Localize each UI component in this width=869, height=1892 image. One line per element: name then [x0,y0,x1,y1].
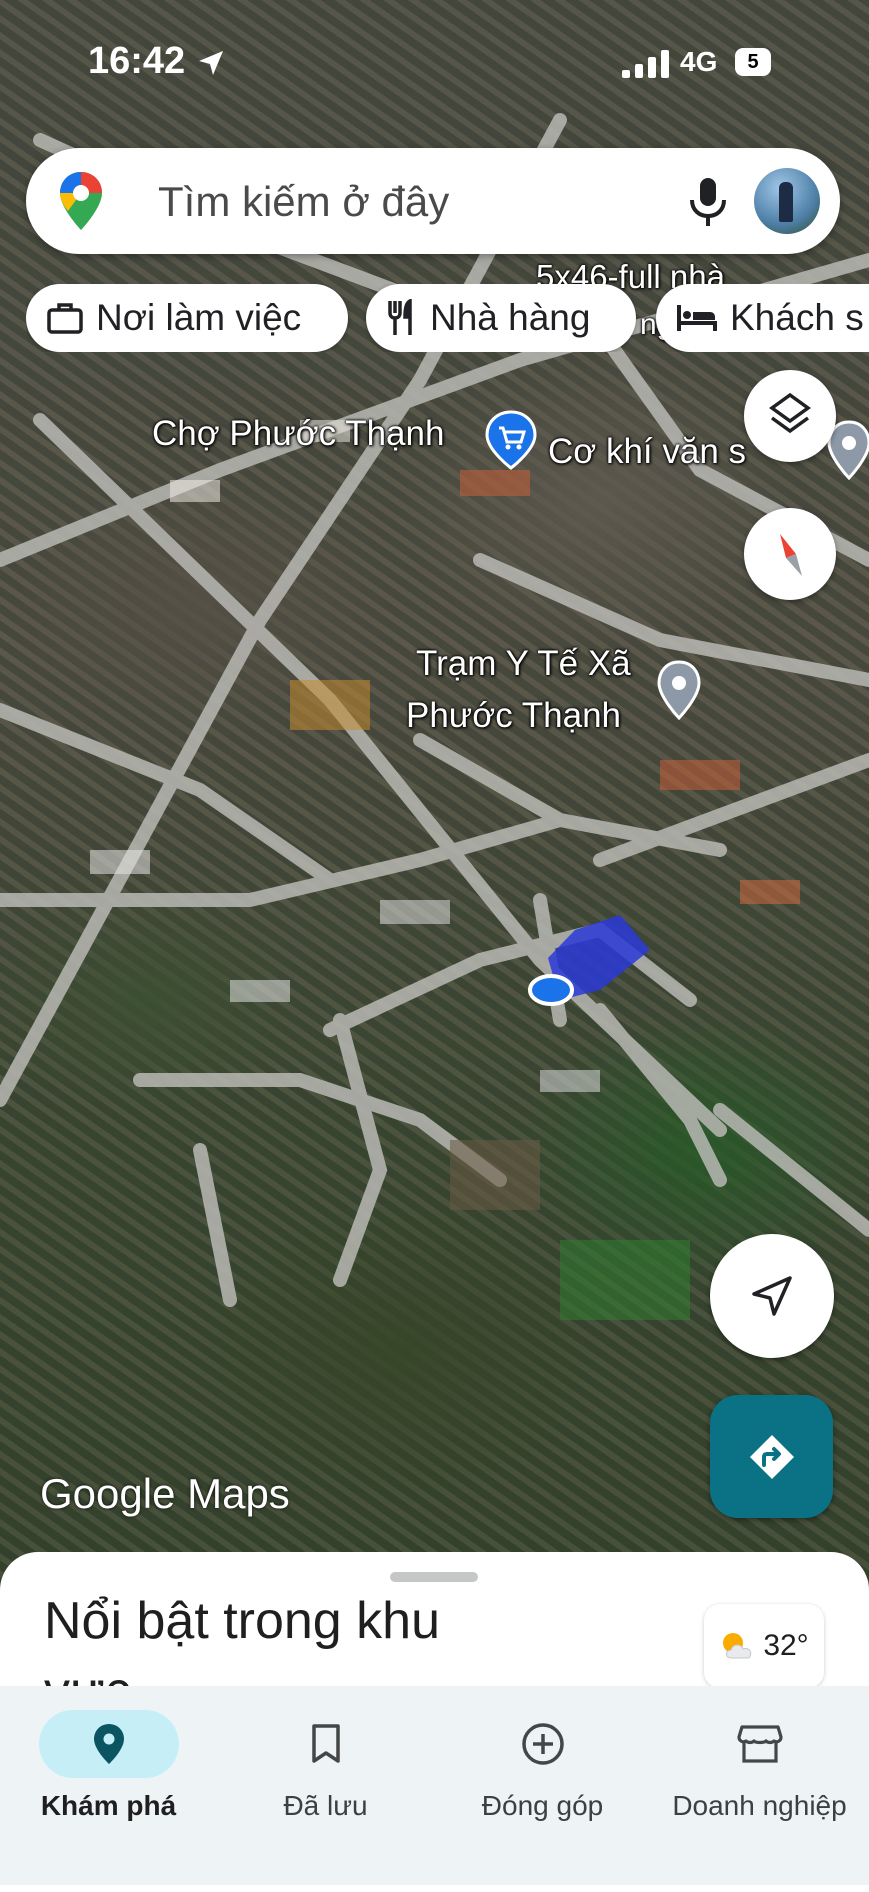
battery-icon: 5 [735,48,771,76]
place-label-workshop[interactable]: Cơ khí văn s [548,432,746,472]
search-input[interactable]: Tìm kiếm ở đây [158,178,449,226]
location-arrow-icon [199,51,223,75]
place-label-health-station-line2[interactable]: Phước Thạnh [406,696,621,736]
add-circle-icon [521,1723,564,1765]
current-location-dot [528,974,574,1006]
explore-pin-icon [93,1724,124,1764]
layers-icon [769,392,811,434]
microphone-icon[interactable] [684,172,732,230]
chip-hotel[interactable]: Khách s [656,284,869,352]
nav-contribute[interactable]: Đóng góp [434,1686,651,1885]
bottom-navigation: Khám phá Đã lưu Đóng góp Doanh nghiệp [0,1686,869,1885]
nav-contribute-label: Đóng góp [481,1790,604,1821]
chip-restaurant-label: Nhà hàng [430,297,591,338]
search-bar[interactable]: Tìm kiếm ở đây [26,148,840,254]
compass-button[interactable] [744,508,836,600]
sheet-drag-handle[interactable] [390,1572,478,1582]
nav-business[interactable]: Doanh nghiệp [651,1686,868,1885]
nav-explore-label: Khám phá [40,1790,177,1821]
restaurant-icon [388,299,412,335]
nav-saved-label: Đã lưu [283,1790,368,1821]
google-maps-pin-icon [60,172,102,230]
directions-button[interactable] [710,1395,833,1518]
nav-explore[interactable]: Khám phá [0,1686,217,1885]
chip-restaurant[interactable]: Nhà hàng [366,284,636,352]
storefront-icon [736,1725,783,1763]
place-label-market[interactable]: Chợ Phước Thạnh [152,414,444,454]
network-type: 4G [680,46,718,77]
directions-icon [750,1435,794,1479]
compass-icon [780,534,802,576]
bookmark-icon [311,1724,340,1763]
place-label-health-station-line1[interactable]: Trạm Y Tế Xã [416,644,631,684]
status-bar: 16:42 4G 5 [0,0,869,120]
layers-button[interactable] [744,370,836,462]
place-pin-icon[interactable] [656,660,702,720]
signal-icon [622,50,669,78]
briefcase-icon [47,303,83,334]
chip-hotel-label: Khách s [730,297,864,338]
nav-business-label: Doanh nghiệp [672,1790,847,1821]
chip-workplace-label: Nơi làm việc [96,297,302,338]
partly-cloudy-icon [723,1633,752,1659]
temperature: 32° [763,1629,809,1662]
shopping-cart-pin-icon[interactable] [484,410,538,470]
status-time: 16:42 [88,40,186,82]
my-location-button[interactable] [710,1234,834,1358]
weather-chip[interactable]: 32° [704,1604,824,1688]
google-maps-watermark: Google Maps [40,1470,290,1517]
category-chips: Nơi làm việc Nhà hàng Khách s [26,284,869,352]
chip-workplace[interactable]: Nơi làm việc [26,284,348,352]
hotel-icon [677,305,717,331]
avatar[interactable] [754,168,820,234]
navigation-arrow-icon [752,1276,792,1316]
nav-saved[interactable]: Đã lưu [217,1686,434,1885]
